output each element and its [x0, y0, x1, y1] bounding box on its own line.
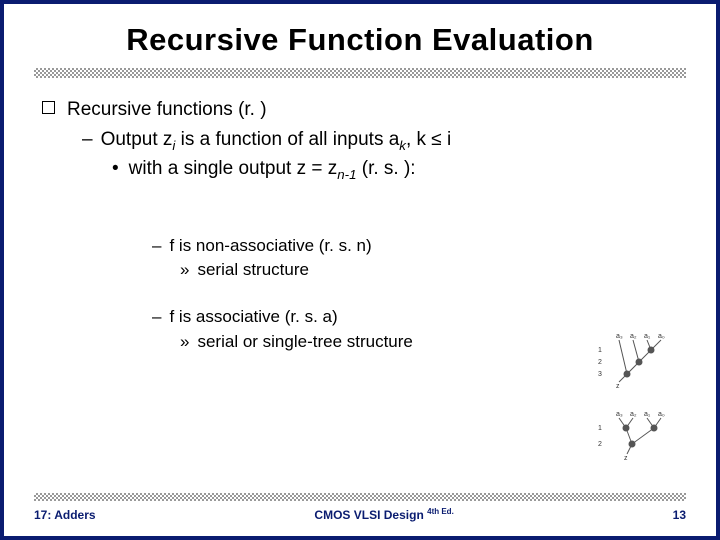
svg-text:z: z: [616, 383, 620, 390]
svg-text:a₀: a₀: [658, 333, 665, 340]
bullet-dot-icon: •: [112, 155, 119, 184]
block2-text: f is associative (r. s. a): [169, 305, 337, 330]
sub-block-2: – f is associative (r. s. a) » serial or…: [42, 305, 686, 354]
footer-edition: 4th Ed.: [427, 507, 454, 516]
checkbox-icon: [42, 101, 55, 114]
slide-frame: Recursive Function Evaluation Recursive …: [0, 0, 720, 540]
footer: 17: Adders CMOS VLSI Design 4th Ed. 13: [34, 493, 686, 522]
arrow-icon: »: [180, 258, 189, 283]
svg-text:a₂: a₂: [630, 411, 637, 418]
svg-text:a₀: a₀: [658, 411, 665, 418]
bullet-sub2-text: with a single output z = zn-1 (r. s. ):: [129, 155, 416, 184]
svg-text:1: 1: [598, 425, 602, 432]
dash-icon: –: [152, 305, 161, 330]
t: is a function of all inputs a: [175, 129, 399, 150]
svg-text:1: 1: [598, 347, 602, 354]
block2-line: – f is associative (r. s. a): [152, 305, 686, 330]
block1-sub-text: serial structure: [197, 258, 308, 283]
content-area: Recursive functions (r. ) – Output zi is…: [34, 96, 686, 354]
svg-text:a₁: a₁: [644, 333, 651, 340]
svg-text:3: 3: [598, 371, 602, 378]
block1-line: – f is non-associative (r. s. n): [152, 234, 686, 259]
footer-book: CMOS VLSI Design: [314, 508, 423, 522]
footer-row: 17: Adders CMOS VLSI Design 4th Ed. 13: [34, 507, 686, 522]
svg-text:2: 2: [598, 359, 602, 366]
bullet-sub2: • with a single output z = zn-1 (r. s. )…: [42, 155, 686, 184]
t: , k ≤ i: [406, 129, 451, 150]
bullet-sub1-text: Output zi is a function of all inputs ak…: [101, 126, 452, 155]
bullet-main-text: Recursive functions (r. ): [67, 96, 267, 124]
sub-k: k: [399, 137, 406, 152]
bullet-main: Recursive functions (r. ): [42, 96, 686, 124]
bullet-sub1: – Output zi is a function of all inputs …: [42, 126, 686, 155]
t: Output z: [101, 129, 173, 150]
footer-left: 17: Adders: [34, 508, 96, 522]
t: with a single output z = z: [129, 158, 338, 179]
block1-sub: » serial structure: [152, 258, 686, 283]
block1-text: f is non-associative (r. s. n): [169, 234, 371, 259]
block2-sub-text: serial or single-tree structure: [197, 330, 412, 355]
footer-divider: [34, 493, 686, 501]
svg-text:a₁: a₁: [644, 411, 651, 418]
diagram-tree: a₃ a₂ a₁ a₀ 1 2 z: [594, 408, 674, 464]
sub-n1: n-1: [337, 166, 356, 181]
svg-text:2: 2: [598, 441, 602, 448]
dash-icon: –: [152, 234, 161, 259]
title-divider: [34, 68, 686, 78]
footer-center: CMOS VLSI Design 4th Ed.: [96, 507, 673, 522]
svg-text:a₃: a₃: [616, 411, 623, 418]
sub-block-1: – f is non-associative (r. s. n) » seria…: [42, 234, 686, 283]
svg-text:z: z: [624, 455, 628, 462]
footer-page-number: 13: [673, 508, 686, 522]
slide-title: Recursive Function Evaluation: [34, 22, 686, 58]
arrow-icon: »: [180, 330, 189, 355]
diagram-serial: a₃ a₂ a₁ a₀ 1 2 3 z: [594, 330, 674, 392]
svg-text:a₂: a₂: [630, 333, 637, 340]
dash-icon: –: [82, 126, 93, 155]
t: (r. s. ):: [356, 158, 415, 179]
svg-text:a₃: a₃: [616, 333, 623, 340]
diagram-serial-svg: a₃ a₂ a₁ a₀ 1 2 3 z: [594, 330, 674, 392]
diagram-tree-svg: a₃ a₂ a₁ a₀ 1 2 z: [594, 408, 674, 464]
